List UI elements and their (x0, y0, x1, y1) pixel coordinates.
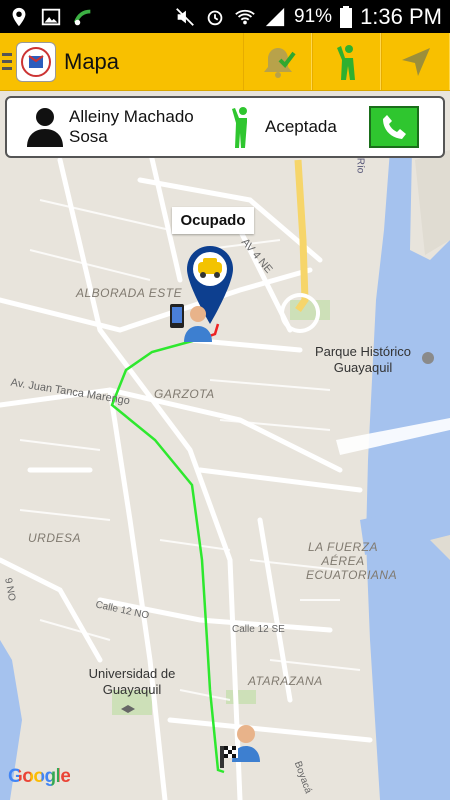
clock: 1:36 PM (360, 3, 442, 29)
passenger-name: Alleiny Machado Sosa (69, 107, 194, 146)
signal-icon (265, 7, 285, 26)
district-label-garzota: GARZOTA (154, 387, 215, 401)
menu-icon[interactable] (2, 53, 12, 70)
district-label-alborada: ALBORADA ESTE (76, 286, 183, 300)
wifi-icon (235, 9, 255, 24)
app-notification-icon (73, 9, 91, 25)
user-avatar-icon (27, 108, 63, 147)
app-logo[interactable] (16, 41, 56, 82)
status-bar: 91% 1:36 PM (0, 0, 450, 33)
location-button[interactable] (381, 33, 450, 90)
ride-status: Aceptada (265, 117, 337, 136)
battery-percent: 91% (294, 5, 333, 27)
page-title: Mapa (64, 48, 120, 74)
mute-icon (176, 7, 194, 26)
battery-icon (340, 5, 353, 28)
notifications-button[interactable] (243, 33, 312, 90)
google-attribution: Google (8, 766, 71, 788)
app-bar: Mapa (0, 33, 450, 91)
marker-info-window[interactable]: Ocupado (172, 207, 254, 234)
taxi-logo-icon (21, 46, 51, 77)
image-icon (41, 8, 61, 25)
passenger-status-icon (232, 107, 247, 148)
alarm-icon (207, 10, 223, 25)
river-label: Río (354, 157, 366, 174)
passenger-button[interactable] (312, 33, 381, 90)
phone-icon (383, 115, 406, 139)
district-label-atarazana: ATARAZANA (248, 674, 323, 688)
person-walking-icon (337, 44, 355, 80)
passenger-card: Alleiny Machado Sosa Aceptada (5, 96, 445, 158)
bell-check-icon (264, 47, 296, 78)
navigation-arrow-icon (402, 47, 430, 76)
map-view[interactable] (0, 91, 450, 800)
call-button[interactable] (369, 106, 419, 148)
poi-label-parque: Parque Histórico Guayaquil (314, 344, 412, 375)
driver-location-icon (170, 304, 212, 342)
poi-label-universidad: Universidad de Guayaquil (88, 666, 176, 697)
destination-marker-icon (220, 725, 260, 768)
district-label-fuerza: LA FUERZA AÉREA ECUATORIANA (306, 540, 398, 582)
google-logo-text: Google (8, 766, 71, 787)
district-label-urdesa: URDESA (28, 531, 82, 545)
street-label-calle12se: Calle 12 SE (232, 624, 285, 635)
location-pin-icon (12, 7, 26, 26)
